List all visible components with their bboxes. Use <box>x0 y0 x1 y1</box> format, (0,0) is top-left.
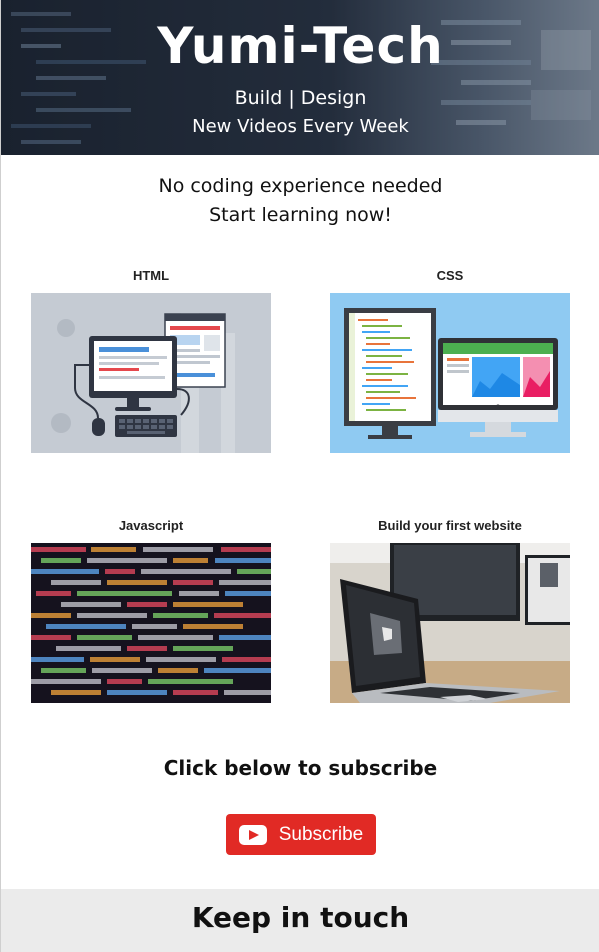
upload-schedule: New Videos Every Week <box>192 116 409 137</box>
youtube-play-icon <box>238 824 267 845</box>
course-label-javascript: Javascript <box>118 518 184 533</box>
course-label-css: CSS <box>436 268 464 283</box>
intro-text: No coding experience needed Start learni… <box>1 172 599 230</box>
course-image-html[interactable] <box>31 293 271 453</box>
desktop-computer-illustration <box>31 293 271 453</box>
site-tagline: Build | Design <box>234 87 367 109</box>
footer-title: Keep in touch <box>191 901 410 934</box>
footer: Keep in touch <box>1 889 599 952</box>
hero-banner: Yumi-Tech Build | Design New Videos Ever… <box>1 0 599 155</box>
subscribe-heading: Click below to subscribe <box>163 756 438 780</box>
subscribe-button-label: Subscribe <box>278 823 364 845</box>
course-image-javascript[interactable] <box>31 543 271 703</box>
course-image-first-website[interactable] <box>330 543 570 703</box>
course-image-css[interactable] <box>330 293 570 453</box>
intro-line-2: Start learning now! <box>209 204 392 226</box>
subscribe-button[interactable]: Subscribe <box>226 814 376 855</box>
course-label-first-website: Build your first website <box>378 518 522 533</box>
intro-line-1: No coding experience needed <box>158 175 443 197</box>
laptop-desk-photo <box>330 543 570 703</box>
code-screen-photo <box>31 543 271 703</box>
page: Yumi-Tech Build | Design New Videos Ever… <box>0 0 599 952</box>
monitors-code-illustration <box>330 293 570 453</box>
site-title: Yumi-Tech <box>157 17 444 75</box>
course-label-html: HTML <box>132 268 170 283</box>
